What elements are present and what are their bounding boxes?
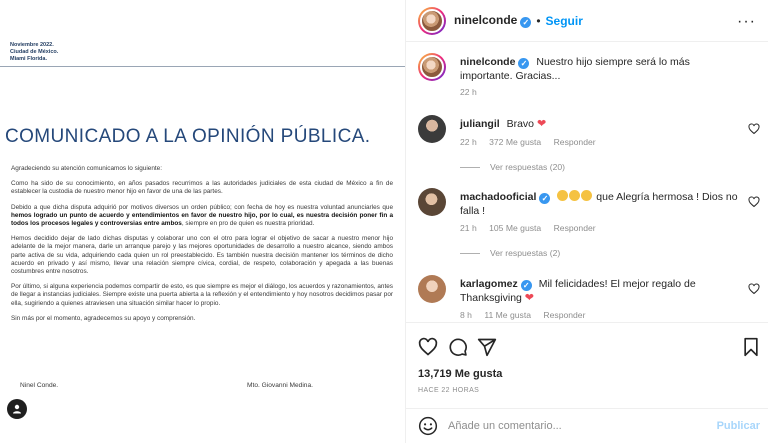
comment-likes[interactable]: 11 Me gusta [484,310,531,320]
post-time[interactable]: HACE 22 HORAS [418,387,479,394]
avatar[interactable] [418,275,446,303]
tagged-users-button[interactable] [7,399,27,419]
doc-body: Agradeciendo su atención comunicamos lo … [5,165,393,330]
comment-icon[interactable] [448,337,468,357]
view-replies-label: Ver respuestas (20) [490,162,565,172]
comment-text: Bravo [506,118,535,130]
view-replies-button[interactable]: Ver respuestas (2) [460,248,560,258]
caption-meta: 22 h [460,87,487,97]
verified-badge-icon: ✓ [520,280,532,291]
post-header: ninelconde ✓ • Seguir ··· [406,0,768,42]
heart-emoji-icon: ❤ [536,118,547,130]
doc-text: , siempre en pro de quien es nuestra pri… [181,220,315,228]
emoji-icon[interactable] [418,416,438,436]
clap-emoji-icon [557,190,593,203]
comment-input[interactable] [448,420,698,432]
doc-paragraph: Agradeciendo su atención comunicamos lo … [11,165,162,172]
doc-paragraph: Como ha sido de su conocimiento, en años… [11,180,393,196]
doc-paragraph: Hemos decidido dejar de lado dichas disp… [11,235,393,276]
doc-paragraph: Debido a que dicha disputa adquirió por … [5,204,393,229]
comment-username[interactable]: juliangil [460,118,500,130]
caption-body: ninelconde ✓ Nuestro hijo siempre será lo… [460,55,744,83]
user-icon [13,404,21,414]
view-replies-label: Ver respuestas (2) [490,248,561,258]
caption-time[interactable]: 22 h [460,87,477,97]
verified-badge-icon: ✓ [520,17,532,28]
verified-badge-icon: ✓ [539,193,551,204]
more-options-icon[interactable]: ··· [737,13,756,31]
publish-button[interactable]: Publicar [717,420,760,432]
comment-time[interactable]: 21 h [460,223,477,233]
signature-right: Mto. Giovanni Medina. [247,382,313,389]
username-text: karlagomez [460,278,518,290]
separator-dot: • [536,13,541,28]
username-text: machadooficial [460,191,537,203]
instagram-post: Noviembre 2022. Ciudad de México. Miami … [0,0,768,443]
comment-body: karlagomez ✓ Mil felicidades! El mejor re… [460,277,744,305]
comment-meta: 21 h 105 Me gusta Responder [460,223,606,233]
username-text: ninelconde [454,13,518,27]
avatar[interactable] [418,6,446,35]
replies-line [460,252,480,254]
comment-username[interactable]: machadooficial ✓ [460,191,551,204]
view-replies-button[interactable]: Ver respuestas (20) [460,162,565,172]
doc-title: COMUNICADO A LA OPINIÓN PÚBLICA. [5,126,371,147]
heart-emoji-icon: ❤ [524,292,535,304]
comment-body: juliangil Bravo ❤ [460,117,744,131]
caption-username[interactable]: ninelconde ✓ [460,56,530,69]
signature-left: Ninel Conde. [20,382,59,389]
comment-time[interactable]: 8 h [460,310,472,320]
doc-city: Ciudad de México. [10,49,59,55]
comment-body: machadooficial ✓ que Alegría hermosa ! Di… [460,190,744,218]
doc-date: Noviembre 2022. [10,42,54,48]
share-icon[interactable] [477,337,497,357]
comments-panel: ninelconde ✓ • Seguir ··· ninelconde ✓ Nue… [405,0,768,443]
like-comment-icon[interactable] [748,283,760,295]
post-actions: 13,719 Me gusta HACE 22 HORAS [406,322,768,408]
doc-text: Debido a que dicha disputa adquirió por … [11,203,393,211]
comment-list[interactable]: ninelconde ✓ Nuestro hijo siempre será lo… [406,42,768,322]
like-comment-icon[interactable] [748,123,760,135]
comment-meta: 22 h 372 Me gusta Responder [460,137,606,147]
doc-paragraph: Por último, si alguna experiencia podemo… [11,283,393,307]
username-text: ninelconde [460,56,516,68]
doc-city-2: Miami Florida. [10,56,47,62]
save-icon[interactable] [742,337,760,357]
reply-button[interactable]: Responder [554,137,596,147]
comment-likes[interactable]: 372 Me gusta [489,137,541,147]
doc-divider [0,66,405,67]
author-username[interactable]: ninelconde ✓ [454,13,532,28]
avatar[interactable] [418,188,446,216]
reply-button[interactable]: Responder [543,310,585,320]
follow-button[interactable]: Seguir [546,14,583,28]
add-comment-bar: Publicar [406,408,768,443]
reply-button[interactable]: Responder [554,223,596,233]
comment-meta: 8 h 11 Me gusta Responder [460,310,595,320]
likes-count[interactable]: 13,719 Me gusta [418,368,502,380]
avatar[interactable] [418,115,446,143]
avatar[interactable] [418,53,446,81]
avatar-image [420,55,444,79]
verified-badge-icon: ✓ [518,58,530,69]
avatar-image [420,8,444,33]
comment-username[interactable]: karlagomez ✓ [460,278,532,291]
replies-line [460,166,480,168]
like-comment-icon[interactable] [748,196,760,208]
post-image: Noviembre 2022. Ciudad de México. Miami … [0,0,405,443]
doc-paragraph: Sin más por el momento, agradecemos su a… [11,314,196,322]
comment-likes[interactable]: 105 Me gusta [489,223,541,233]
like-icon[interactable] [418,337,438,357]
comment-time[interactable]: 22 h [460,137,477,147]
doc-header: Noviembre 2022. Ciudad de México. Miami … [10,42,58,63]
